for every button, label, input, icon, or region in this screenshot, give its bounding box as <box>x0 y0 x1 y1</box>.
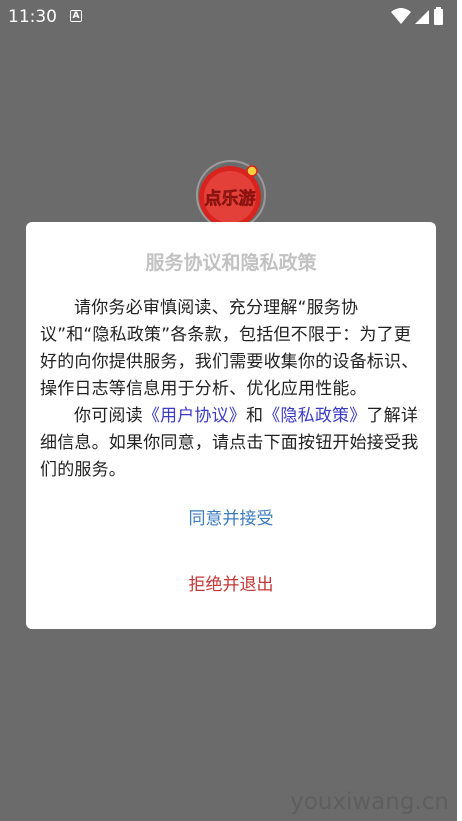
wifi-icon <box>391 8 411 24</box>
logo-text: 点乐游 <box>205 188 256 209</box>
privacy-dialog: 服务协议和隐私政策 请你务必审慎阅读、充分理解“服务协议”和“隐私政策”各条款，… <box>26 222 436 629</box>
user-agreement-link[interactable]: 《用户协议》 <box>143 406 246 426</box>
reject-button[interactable]: 拒绝并退出 <box>26 573 436 597</box>
para2-prefix: 你可阅读 <box>74 406 143 426</box>
dialog-paragraph-1: 请你务必审慎阅读、充分理解“服务协议”和“隐私政策”各条款，包括但不限于：为了更… <box>40 298 419 399</box>
notification-a-icon: A <box>70 10 82 22</box>
status-time: 11:30 <box>8 7 57 27</box>
dialog-paragraph-2: 你可阅读《用户协议》和《隐私政策》了解详细信息。如果你同意，请点击下面按钮开始接… <box>40 403 424 484</box>
dialog-body: 请你务必审慎阅读、充分理解“服务协议”和“隐私政策”各条款，包括但不限于：为了更… <box>40 295 424 484</box>
watermark-text: youxiwang.cn <box>290 789 449 815</box>
cellular-signal-icon <box>415 10 429 24</box>
para2-and: 和 <box>246 406 264 426</box>
agree-button[interactable]: 同意并接受 <box>26 507 436 531</box>
battery-icon <box>434 7 443 25</box>
status-bar: 11:30 A <box>0 0 457 34</box>
screen-edge <box>457 0 462 821</box>
privacy-policy-link[interactable]: 《隐私政策》 <box>263 406 366 426</box>
status-icons <box>391 7 451 25</box>
app-screen: 11:30 A 点乐游 服务协议和隐私政策 请你务必审慎阅读、充分理解“服务协议… <box>0 0 457 821</box>
dialog-title: 服务协议和隐私政策 <box>145 252 317 274</box>
